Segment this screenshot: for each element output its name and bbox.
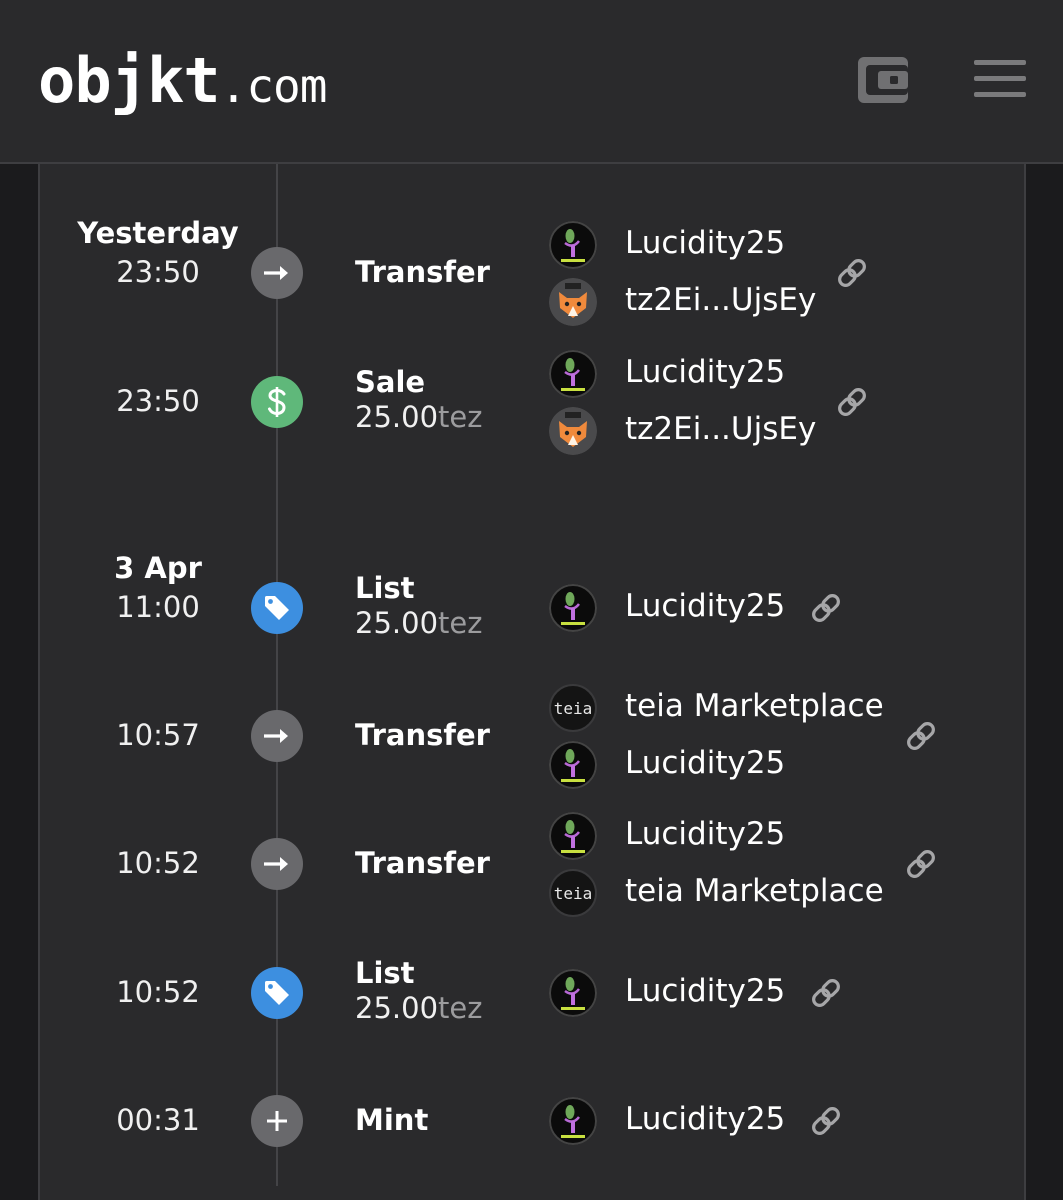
logo-main-text: objkt [38,44,221,117]
price-unit: tez [438,991,483,1025]
link-icon[interactable] [836,257,868,289]
user-name-link[interactable]: Lucidity25 [625,588,785,624]
event-price: 25.00tez [355,400,482,434]
event-type: Mint [355,1103,429,1137]
teia-avatar[interactable]: teia [549,869,597,917]
arrow-right-icon [251,710,303,762]
event-time: 00:31 [116,1103,200,1137]
user-name-link[interactable]: Lucidity25 [625,816,785,852]
user-name-link[interactable]: Lucidity25 [625,1101,785,1137]
user-name-link[interactable]: tz2Ei...UjsEy [625,282,816,318]
lucidity-avatar[interactable] [549,350,597,398]
lucidity-avatar[interactable] [549,812,597,860]
link-icon[interactable] [810,1105,842,1137]
history-panel [38,164,1026,1200]
lucidity-avatar[interactable] [549,741,597,789]
price-value: 25.00 [355,400,439,434]
arrow-right-icon [251,838,303,890]
lucidity-avatar[interactable] [549,969,597,1017]
price-unit: tez [438,400,483,434]
event-date: 3 Apr [114,551,202,585]
lucidity-avatar[interactable] [549,584,597,632]
price-value: 25.00 [355,991,439,1025]
event-type: Transfer [355,718,490,752]
hamburger-menu-icon[interactable] [974,60,1026,98]
event-time: 23:50 [116,384,200,418]
event-price: 25.00tez [355,606,482,640]
arrow-right-icon [251,247,303,299]
event-type: List [355,956,415,990]
user-name-link[interactable]: Lucidity25 [625,225,785,261]
objkt-logo[interactable]: objkt.com [38,44,328,117]
wallet-icon[interactable] [858,57,908,103]
user-name-link[interactable]: Lucidity25 [625,354,785,390]
user-name-link[interactable]: Lucidity25 [625,745,785,781]
logo-suffix-text: .com [219,59,328,113]
link-icon[interactable] [810,592,842,624]
event-type: Sale [355,365,426,399]
teia-avatar[interactable]: teia [549,684,597,732]
event-time: 11:00 [116,590,200,624]
price-unit: tez [438,606,483,640]
fox-avatar[interactable] [549,278,597,326]
event-time: 10:57 [116,718,200,752]
user-name-link[interactable]: teia Marketplace [625,688,884,724]
event-time: 23:50 [116,255,200,289]
user-name-link[interactable]: teia Marketplace [625,873,884,909]
tag-icon [251,582,303,634]
lucidity-avatar[interactable] [549,1097,597,1145]
link-icon[interactable] [836,386,868,418]
link-icon[interactable] [810,977,842,1009]
user-name-link[interactable]: tz2Ei...UjsEy [625,411,816,447]
event-type: Transfer [355,846,490,880]
link-icon[interactable] [905,848,937,880]
tag-icon [251,967,303,1019]
price-value: 25.00 [355,606,439,640]
lucidity-avatar[interactable] [549,221,597,269]
event-type: Transfer [355,255,490,289]
event-price: 25.00tez [355,991,482,1025]
user-name-link[interactable]: Lucidity25 [625,973,785,1009]
app-header: objkt.com [0,0,1063,164]
event-time: 10:52 [116,846,200,880]
dollar-icon [251,376,303,428]
event-time: 10:52 [116,975,200,1009]
plus-icon [251,1095,303,1147]
event-date: Yesterday [77,216,239,250]
fox-avatar[interactable] [549,407,597,455]
timeline-line [276,164,278,1186]
link-icon[interactable] [905,720,937,752]
event-type: List [355,571,415,605]
